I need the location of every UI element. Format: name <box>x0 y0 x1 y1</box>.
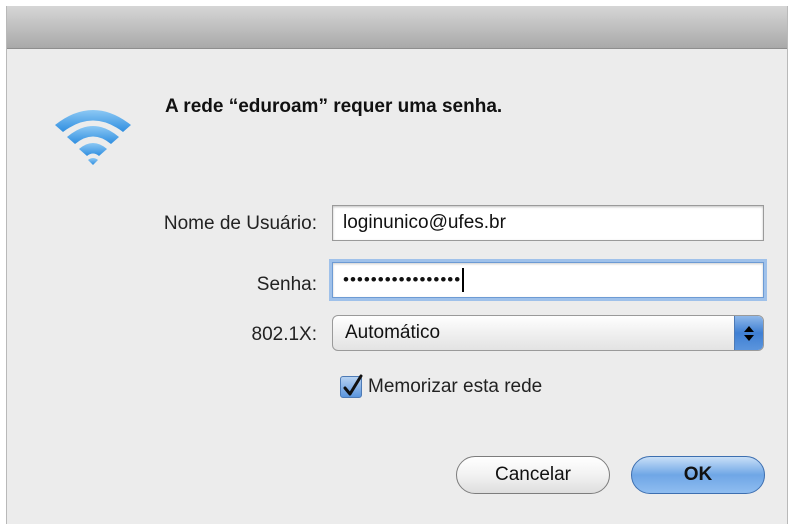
chevron-updown-icon[interactable] <box>734 316 763 350</box>
cancel-button[interactable]: Cancelar <box>456 456 610 494</box>
dialog-titlebar[interactable] <box>7 6 787 49</box>
remember-network-checkbox[interactable] <box>340 374 363 398</box>
security-select[interactable]: Automático <box>332 315 764 351</box>
checkmark-icon <box>343 374 363 396</box>
remember-network-label: Memorizar esta rede <box>368 376 543 397</box>
password-dots: ••••••••••••••••• <box>343 270 462 289</box>
network-password-dialog: A rede “eduroam” requer uma senha. Nome … <box>6 6 788 524</box>
username-label: Nome de Usuário: <box>163 213 317 234</box>
wifi-icon <box>51 101 135 171</box>
security-label: 802.1X: <box>251 324 318 345</box>
password-field[interactable]: ••••••••••••••••• <box>332 262 764 298</box>
password-label: Senha: <box>256 274 317 295</box>
text-caret <box>462 267 465 292</box>
remember-network-row[interactable]: Memorizar esta rede <box>340 374 543 398</box>
security-select-value: Automático <box>345 322 441 343</box>
username-field[interactable]: loginunico@ufes.br <box>332 205 764 241</box>
ok-button[interactable]: OK <box>631 456 765 494</box>
dialog-heading: A rede “eduroam” requer uma senha. <box>165 96 503 117</box>
